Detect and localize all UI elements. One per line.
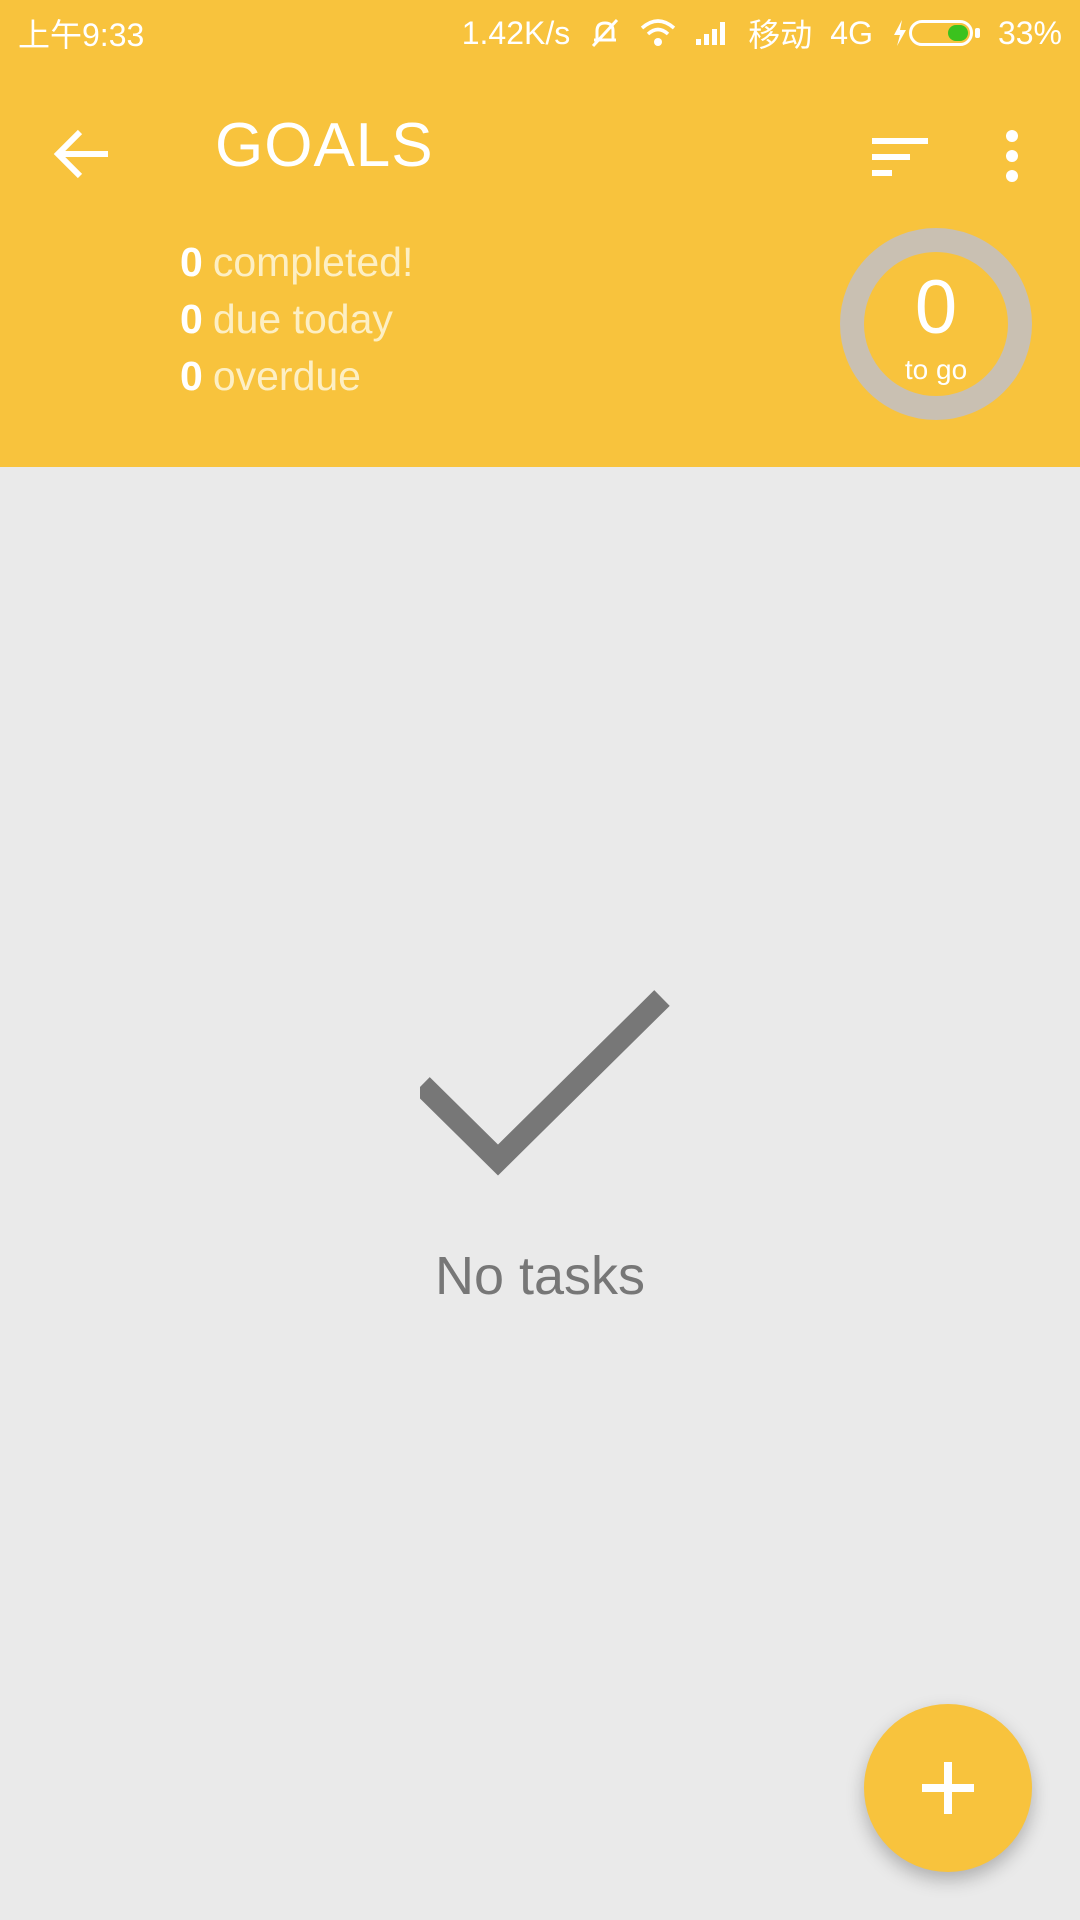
to-go-count: 0 [914,265,958,350]
add-task-button[interactable] [864,1704,1032,1872]
charging-icon [893,20,906,46]
status-right: 1.42K/s 移动 4G 33% [462,10,1062,56]
overdue-row: 0 overdue [180,348,413,405]
completed-label: completed! [212,239,414,285]
back-button[interactable] [44,114,124,194]
back-arrow-icon [53,129,108,179]
due-today-label: due today [212,296,393,342]
empty-state-text: No tasks [434,1246,646,1306]
status-time: 上午9:33 [18,17,145,53]
wifi-icon [640,18,676,48]
to-go-label: to go [904,354,968,385]
status-bar: 上午9:33 1.42K/s 移动 4G 33% [0,0,1080,60]
more-options-button[interactable] [982,118,1042,198]
network-type: 4G [830,14,873,51]
mute-icon [588,16,622,50]
page-title: GOALS [215,111,434,180]
overdue-label: overdue [212,353,361,399]
completed-count: 0 [180,239,203,285]
carrier-label: 移动 [748,17,813,53]
plus-icon [922,1762,974,1814]
battery-percent: 33% [997,14,1062,51]
checkmark-icon [414,980,670,1180]
completed-row: 0 completed! [180,234,413,291]
signal-icon [694,19,730,47]
app-bar: GOALS [0,60,1080,230]
progress-ring: 0 to go [840,228,1032,420]
summary-stats: 0 completed! 0 due today 0 overdue [180,234,413,405]
overdue-count: 0 [180,353,203,399]
sort-icon [872,138,928,176]
due-today-row: 0 due today [180,291,413,348]
network-speed: 1.42K/s [461,14,571,51]
due-today-count: 0 [180,296,203,342]
more-vert-icon [1006,130,1018,182]
sort-button[interactable] [860,118,940,198]
battery-icon [891,18,980,48]
header: 上午9:33 1.42K/s 移动 4G 33% GOALS 0 complet… [0,0,1080,467]
